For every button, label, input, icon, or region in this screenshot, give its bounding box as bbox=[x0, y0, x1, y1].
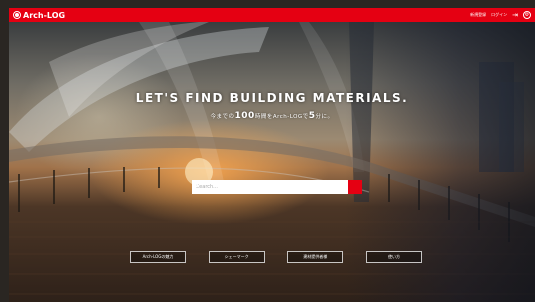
top-navigation-bar: Arch-LOG 新規登録 ログイン ⇥ ⚙ bbox=[9, 8, 535, 22]
brand-logo[interactable]: Arch-LOG bbox=[13, 11, 65, 20]
search-icon bbox=[192, 180, 200, 188]
signup-link[interactable]: 新規登録 bbox=[470, 12, 486, 18]
gear-icon[interactable]: ⚙ bbox=[523, 11, 531, 19]
search-input[interactable] bbox=[192, 180, 348, 194]
sub-prefix: 今までの bbox=[210, 114, 235, 120]
cta-how-to-use-button[interactable]: 使い方 bbox=[365, 251, 422, 263]
search-bar bbox=[192, 180, 362, 194]
hero-headline: LET'S FIND BUILDING MATERIALS. bbox=[135, 91, 409, 105]
cta-schema-mark-button[interactable]: シェーマーク bbox=[208, 251, 265, 263]
search-button[interactable] bbox=[192, 180, 362, 194]
cta-arch-log-appeal-button[interactable]: Arch-LOGの魅力 bbox=[130, 251, 186, 263]
sub-middle: 時間をArch-LOGで bbox=[254, 114, 309, 120]
cta-material-provider-button[interactable]: 建材提供者様 bbox=[287, 251, 344, 263]
sub-suffix: 分に。 bbox=[315, 114, 334, 120]
hero-section: LET'S FIND BUILDING MATERIALS. 今までの100時間… bbox=[9, 22, 535, 302]
login-arrow-icon[interactable]: ⇥ bbox=[512, 11, 518, 19]
hero-subheadline: 今までの100時間をArch-LOGで5分に。 bbox=[9, 111, 535, 121]
arch-log-logo-icon bbox=[13, 11, 21, 19]
brand-name: Arch-LOG bbox=[23, 10, 66, 20]
header-links: 新規登録 ログイン ⇥ ⚙ bbox=[470, 11, 531, 19]
cta-button-row: Arch-LOGの魅力 シェーマーク 建材提供者様 使い方 bbox=[130, 251, 422, 263]
login-link[interactable]: ログイン bbox=[491, 12, 507, 18]
sub-count: 100 bbox=[234, 111, 255, 121]
